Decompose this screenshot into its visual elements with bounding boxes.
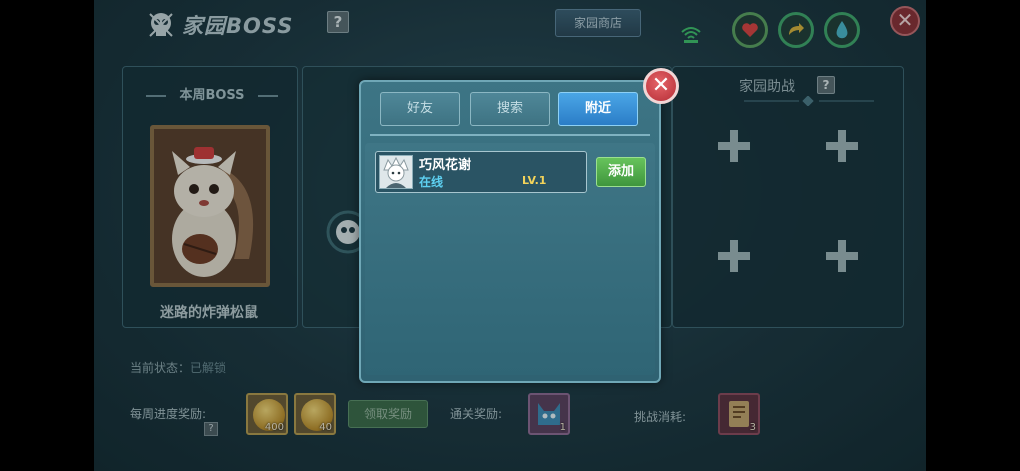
helper-slot-1[interactable] [704, 116, 764, 176]
helper-title: 家园助战 [739, 79, 795, 95]
clear-reward-item[interactable]: 1 [528, 393, 570, 435]
helper-slot-3[interactable] [704, 226, 764, 286]
avatar [379, 155, 413, 189]
claim-reward-button[interactable]: 领取奖励 [348, 400, 428, 428]
boss-portrait[interactable] [150, 125, 270, 287]
plus-icon [826, 240, 858, 272]
clear-reward-count: 1 [559, 422, 566, 433]
water-button[interactable] [824, 12, 860, 48]
tab-search[interactable]: 搜索 [470, 92, 550, 126]
arrow-button[interactable] [778, 12, 814, 48]
skull-icon [149, 13, 173, 37]
clear-reward-label: 通关奖励: [450, 407, 503, 421]
status-label: 当前状态： [130, 361, 191, 375]
challenge-cost-count: 3 [749, 422, 756, 433]
arrow-icon [789, 23, 804, 35]
divider-ornament [744, 96, 874, 106]
page-title: 家园BOSS [182, 14, 294, 38]
week-boss-label: 本周BOSS [142, 86, 282, 106]
reward-item-2[interactable]: 40 [294, 393, 336, 435]
header: 家园BOSS ? 家园商店 ✕ [94, 0, 926, 48]
home-shop-button[interactable]: 家园商店 [555, 9, 641, 37]
plus-icon [826, 130, 858, 162]
tab-friends[interactable]: 好友 [380, 92, 460, 126]
drop-icon [836, 21, 848, 39]
game-screen: 家园BOSS ? 家园商店 ✕ 本周BOSS 迷路的炸弹松鼠 家园助战 ? 当前… [94, 0, 926, 471]
challenge-cost-label: 挑战消耗: [634, 410, 687, 424]
close-page-button[interactable]: ✕ [890, 6, 920, 36]
helper-slot-4[interactable] [812, 226, 872, 286]
wifi-icon [681, 27, 701, 43]
weekly-reward-help-button[interactable]: ? [204, 422, 218, 436]
current-status: 当前状态：已解锁 [130, 359, 226, 376]
helper-help-button[interactable]: ? [817, 76, 835, 94]
player-status: 在线 [419, 175, 444, 189]
boss-name: 迷路的炸弹松鼠 [160, 305, 258, 321]
tab-divider [370, 134, 650, 136]
heart-icon [742, 23, 758, 37]
challenge-cost-item[interactable]: 3 [718, 393, 760, 435]
tab-nearby[interactable]: 附近 [558, 92, 638, 126]
avatar-icon [383, 156, 409, 188]
plus-icon [718, 240, 750, 272]
squirrel-image [154, 129, 266, 283]
close-modal-button[interactable]: ✕ [643, 68, 679, 104]
player-level: LV.1 [522, 174, 547, 187]
player-name: 巧风花谢 [419, 158, 472, 173]
weekly-reward-label: 每周进度奖励: [130, 407, 207, 421]
helper-slot-2[interactable] [812, 116, 872, 176]
reward-item-count: 40 [319, 422, 332, 433]
status-value: 已解锁 [190, 361, 227, 375]
heart-button[interactable] [732, 12, 768, 48]
add-friend-button[interactable]: 添加 [596, 157, 646, 187]
plus-icon [718, 130, 750, 162]
help-button[interactable]: ? [327, 11, 349, 33]
reward-item-1[interactable]: 400 [246, 393, 288, 435]
reward-item-count: 400 [264, 422, 284, 433]
